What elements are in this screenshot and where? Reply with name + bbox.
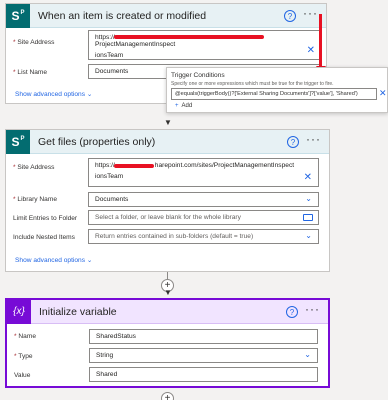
chevron-down-icon: ⌄ bbox=[86, 91, 93, 98]
more-options-icon[interactable]: ··· bbox=[305, 302, 320, 316]
trigger-conditions-desc: Specify one or more expressions which mu… bbox=[171, 81, 334, 87]
variable-icon: {x} bbox=[7, 299, 31, 324]
list-name-label: * List Name bbox=[13, 69, 48, 76]
variable-name-input[interactable]: SharedStatus bbox=[89, 329, 318, 344]
include-nested-dropdown[interactable]: Return entries contained in sub-folders … bbox=[88, 229, 319, 244]
chevron-down-icon: ⌄ bbox=[305, 194, 312, 203]
clear-icon[interactable]: ✕ bbox=[304, 173, 312, 183]
initialize-variable-card: {x} Initialize variable ? ··· * Name Sha… bbox=[5, 298, 330, 388]
folder-picker-field[interactable]: Select a folder, or leave blank for the … bbox=[88, 210, 319, 225]
limit-entries-label: Limit Entries to Folder bbox=[13, 215, 78, 222]
connector-line bbox=[167, 272, 168, 279]
redaction-mark bbox=[114, 35, 264, 39]
insert-step-button[interactable]: + bbox=[161, 392, 174, 400]
clear-icon[interactable]: ✕ bbox=[379, 88, 387, 99]
site-address-field[interactable]: https://harepoint.com/sites/ProjectManag… bbox=[88, 158, 319, 187]
show-advanced-options-link[interactable]: Show advanced options ⌄ bbox=[15, 90, 92, 98]
get-files-card: SP Get files (properties only) ? ··· * S… bbox=[5, 129, 330, 272]
variable-value-input[interactable]: Shared bbox=[89, 367, 318, 382]
more-options-icon[interactable]: ··· bbox=[306, 132, 321, 146]
sharepoint-icon: SP bbox=[6, 129, 30, 154]
get-files-card-header[interactable]: SP Get files (properties only) ? ··· bbox=[6, 129, 329, 154]
library-name-dropdown[interactable]: Documents ⌄ bbox=[88, 192, 319, 207]
redaction-mark bbox=[114, 164, 154, 168]
variable-name-label: * Name bbox=[14, 333, 36, 340]
trigger-card-title: When an item is created or modified bbox=[38, 9, 207, 22]
annotation-arrow-line bbox=[319, 14, 322, 68]
trigger-conditions-panel: Trigger Conditions Specify one or more e… bbox=[166, 67, 388, 113]
folder-icon[interactable] bbox=[303, 214, 313, 221]
connector-arrow: ▼ bbox=[164, 288, 172, 297]
trigger-condition-input[interactable]: @equals(triggerBody()?['External Sharing… bbox=[171, 88, 377, 100]
show-advanced-options-link[interactable]: Show advanced options ⌄ bbox=[15, 256, 92, 264]
plus-icon: + bbox=[175, 103, 179, 109]
chevron-down-icon: ⌄ bbox=[304, 350, 311, 359]
initialize-variable-header[interactable]: {x} Initialize variable ? ··· bbox=[7, 299, 328, 324]
variable-type-dropdown[interactable]: String ⌄ bbox=[89, 348, 318, 363]
include-nested-label: Include Nested Items bbox=[13, 234, 75, 241]
site-address-label: * Site Address bbox=[13, 164, 55, 171]
help-icon[interactable]: ? bbox=[287, 136, 299, 148]
sharepoint-icon: SP bbox=[6, 3, 30, 28]
trigger-card-header[interactable]: SP When an item is created or modified ?… bbox=[6, 3, 326, 28]
initialize-variable-title: Initialize variable bbox=[39, 305, 117, 318]
variable-value-label: Value bbox=[14, 372, 31, 379]
clear-icon[interactable]: ✕ bbox=[307, 46, 315, 56]
more-options-icon[interactable]: ··· bbox=[303, 6, 318, 20]
connector-arrow: ▼ bbox=[164, 118, 172, 127]
site-address-label: * Site Address bbox=[13, 39, 55, 46]
help-icon[interactable]: ? bbox=[284, 10, 296, 22]
variable-type-label: * Type bbox=[14, 353, 33, 360]
get-files-card-title: Get files (properties only) bbox=[38, 135, 156, 148]
library-name-label: * Library Name bbox=[13, 196, 57, 203]
trigger-conditions-title: Trigger Conditions bbox=[171, 72, 225, 79]
chevron-down-icon: ⌄ bbox=[86, 257, 93, 264]
help-icon[interactable]: ? bbox=[286, 306, 298, 318]
chevron-down-icon: ⌄ bbox=[305, 231, 312, 240]
add-condition-button[interactable]: + Add bbox=[175, 103, 192, 109]
